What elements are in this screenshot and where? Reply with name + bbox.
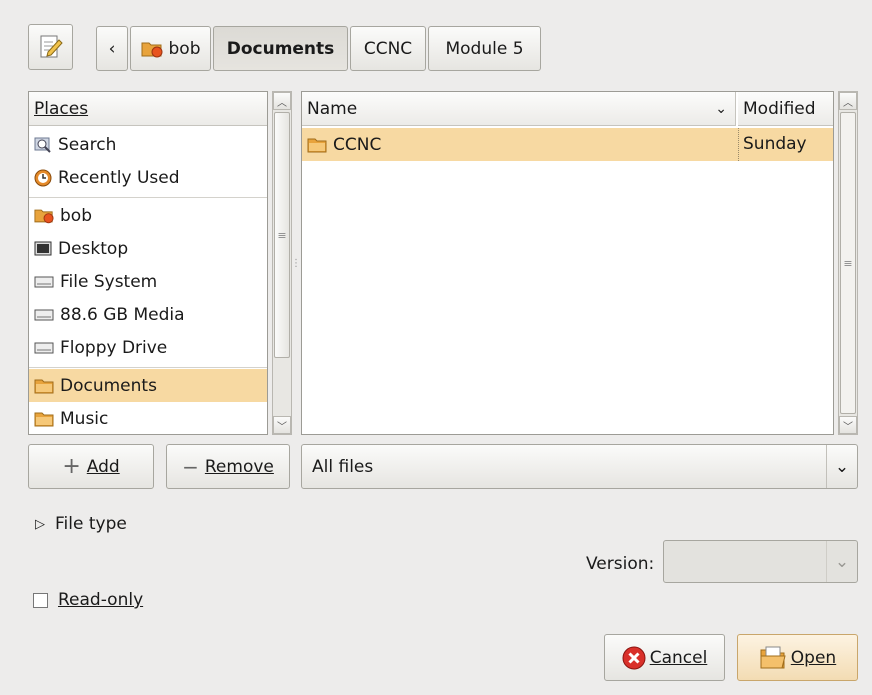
place-search[interactable]: Search: [29, 128, 267, 161]
chevron-down-icon: ⌄: [715, 100, 727, 117]
path-crumb-label: Documents: [226, 38, 335, 59]
scroll-up-button[interactable]: ︿: [273, 92, 291, 110]
open-button[interactable]: Open: [737, 634, 858, 681]
chevron-down-icon: ﹀: [843, 421, 853, 433]
cancel-button[interactable]: Cancel: [604, 634, 725, 681]
places-scrollbar[interactable]: ︿ ≡ ﹀: [272, 91, 292, 435]
scroll-down-button[interactable]: ﹀: [273, 416, 291, 434]
place-label: 88.6 GB Media: [60, 304, 185, 325]
version-select[interactable]: ⌄: [663, 540, 858, 583]
place-label: Search: [58, 134, 117, 155]
path-crumb-label: bob: [168, 38, 201, 59]
place-file-system[interactable]: File System: [29, 265, 267, 298]
file-row-ccnc[interactable]: CCNC Sunday: [302, 128, 833, 161]
version-label: Version:: [586, 554, 655, 574]
path-crumb-documents[interactable]: Documents: [213, 26, 348, 71]
recent-clock-icon: [34, 169, 52, 187]
grip-icon: ⋮: [291, 257, 301, 269]
home-folder-icon: [34, 207, 54, 224]
floppy-drive-icon: [34, 341, 54, 355]
search-icon: [34, 136, 52, 154]
home-folder-icon: [141, 40, 163, 58]
edit-pencil-icon: [39, 34, 63, 60]
cancel-icon: [622, 646, 646, 670]
drive-icon: [34, 275, 54, 289]
place-label: Floppy Drive: [60, 337, 168, 358]
grip-icon: ≡: [843, 256, 853, 270]
places-header[interactable]: Places: [29, 92, 267, 126]
scroll-up-button[interactable]: ︿: [839, 92, 857, 110]
add-label: Add: [86, 456, 120, 477]
read-only-checkbox[interactable]: Read-only: [33, 585, 143, 615]
chevron-up-icon: ︿: [843, 97, 853, 109]
place-floppy-drive[interactable]: Floppy Drive: [29, 331, 267, 364]
remove-label: Remove: [204, 456, 274, 477]
place-label: Music: [60, 408, 109, 429]
column-header-name[interactable]: Name ⌄: [302, 92, 736, 126]
expander-triangle-icon: ▷: [35, 516, 45, 532]
path-crumb-bob[interactable]: bob: [130, 26, 211, 71]
places-pane: Places Search Recently Used bob Desktop …: [28, 91, 268, 435]
cancel-label: Cancel: [649, 647, 708, 668]
file-type-expander[interactable]: ▷ File type: [35, 510, 127, 538]
minus-icon: −: [182, 454, 199, 479]
place-label: File System: [60, 271, 158, 292]
plus-icon: +: [62, 454, 81, 479]
folder-icon: [307, 137, 327, 153]
grip-icon: ≡: [277, 228, 287, 242]
path-crumb-ccnc[interactable]: CCNC: [350, 26, 426, 71]
folder-icon: [34, 411, 54, 427]
place-label: Documents: [60, 375, 157, 396]
drive-icon: [34, 308, 54, 322]
place-music[interactable]: Music: [29, 402, 267, 434]
place-label: Desktop: [58, 238, 129, 259]
file-list-pane: Name ⌄ Modified CCNC Sunday: [301, 91, 834, 435]
scroll-thumb[interactable]: ≡: [840, 112, 856, 414]
chevron-down-icon: ﹀: [277, 421, 287, 433]
places-separator: [29, 367, 267, 368]
file-modified: Sunday: [738, 128, 807, 161]
remove-place-button[interactable]: − Remove: [166, 444, 290, 489]
desktop-icon: [34, 241, 52, 257]
file-type-label: File type: [55, 514, 127, 534]
chevron-down-icon: ⌄: [826, 445, 857, 488]
path-back-button[interactable]: ‹: [96, 26, 128, 71]
read-only-label: Read-only: [58, 590, 144, 610]
chevron-left-icon: ‹: [108, 38, 116, 59]
place-bob[interactable]: bob: [29, 199, 267, 232]
filter-value: All files: [312, 456, 374, 477]
checkbox-box[interactable]: [33, 592, 48, 608]
place-recently-used[interactable]: Recently Used: [29, 161, 267, 194]
open-label: Open: [790, 647, 837, 668]
places-separator: [29, 197, 267, 198]
scroll-down-button[interactable]: ﹀: [839, 416, 857, 434]
file-list-scrollbar[interactable]: ︿ ≡ ﹀: [838, 91, 858, 435]
column-name-label: Name: [307, 98, 358, 119]
places-header-label: Places: [34, 98, 89, 119]
place-documents[interactable]: Documents: [29, 369, 267, 402]
path-crumb-module-5[interactable]: Module 5: [428, 26, 541, 71]
chevron-up-icon: ︿: [277, 97, 287, 109]
pane-resize-handle[interactable]: ⋮: [291, 91, 301, 435]
path-crumb-label: CCNC: [363, 38, 413, 59]
place-media[interactable]: 88.6 GB Media: [29, 298, 267, 331]
folder-icon: [34, 378, 54, 394]
add-place-button[interactable]: + Add: [28, 444, 154, 489]
place-desktop[interactable]: Desktop: [29, 232, 267, 265]
chevron-down-icon: ⌄: [826, 541, 857, 582]
scroll-thumb[interactable]: ≡: [274, 112, 290, 358]
file-name: CCNC: [333, 134, 382, 155]
column-modified-label: Modified: [743, 98, 816, 119]
edit-location-button[interactable]: [28, 24, 73, 70]
place-label: bob: [60, 205, 92, 226]
file-filter-select[interactable]: All files ⌄: [301, 444, 858, 489]
open-folder-icon: [759, 646, 787, 670]
place-label: Recently Used: [58, 167, 180, 188]
column-header-modified[interactable]: Modified: [738, 92, 833, 126]
path-crumb-label: Module 5: [445, 38, 524, 59]
